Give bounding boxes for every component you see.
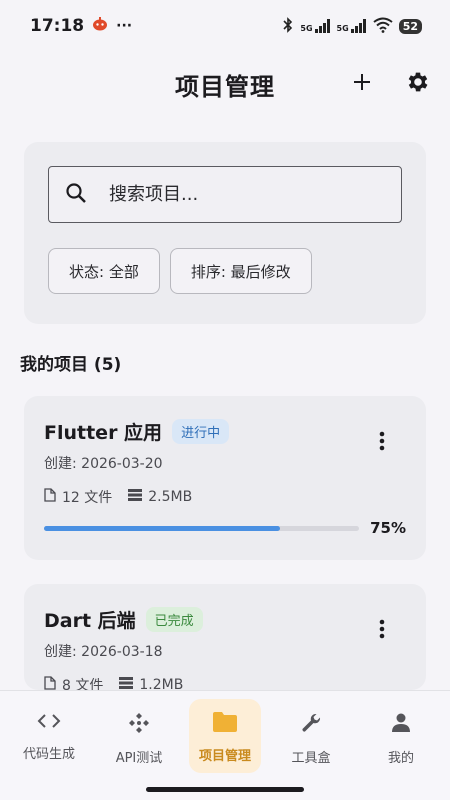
file-icon (44, 488, 56, 506)
section-title: 我的项目 (5) (20, 355, 122, 375)
status-time: 17:18 (30, 16, 85, 36)
code-icon (37, 711, 61, 735)
progress-label: 75% (370, 519, 406, 537)
status-badge: 已完成 (145, 607, 203, 632)
project-name: Flutter 应用 (44, 422, 163, 444)
storage-icon (128, 489, 143, 505)
search-input[interactable] (109, 184, 369, 205)
network-type-1: 5G (300, 24, 313, 33)
file-count-label: 8 文件 (62, 678, 104, 690)
progress-bar (44, 526, 359, 531)
gear-icon (405, 69, 431, 99)
storage-icon (119, 677, 134, 690)
home-indicator (146, 787, 304, 792)
storage-size-label: 1.2MB (139, 677, 184, 690)
notification-app-icon (92, 16, 108, 37)
created-date: 创建: 2026-03-20 (44, 456, 163, 472)
storage-size: 1.2MB (119, 675, 183, 690)
more-vert-icon (379, 431, 385, 455)
project-name: Dart 后端 (44, 610, 136, 632)
sort-filter-label: 排序: 最后修改 (190, 262, 291, 281)
nav-item-toolbox[interactable]: 工具盒 (271, 699, 351, 773)
nav-label: 项目管理 (198, 749, 251, 764)
add-project-button[interactable] (344, 66, 380, 102)
person-icon (389, 711, 413, 739)
more-vert-icon (379, 619, 385, 643)
network-type-2: 5G (336, 24, 349, 33)
sort-filter-chip[interactable]: 排序: 最后修改 (169, 248, 312, 294)
api-icon (127, 711, 151, 739)
nav-item-api-test[interactable]: API测试 (99, 699, 179, 773)
battery-icon: 52 (398, 18, 422, 34)
filter-panel: 状态: 全部 排序: 最后修改 (24, 142, 426, 324)
progress-fill (44, 526, 281, 531)
nav-label: 工具盒 (291, 751, 331, 766)
page-title: 项目管理 (175, 72, 275, 101)
status-badge: 进行中 (172, 419, 230, 444)
folder-icon (212, 711, 238, 737)
status-filter-chip[interactable]: 状态: 全部 (48, 248, 160, 294)
project-card[interactable]: Flutter 应用 进行中 创建: 2026-03-20 12 文件 2.5M… (24, 396, 426, 560)
battery-level: 52 (402, 19, 418, 33)
bottom-nav: 代码生成 API测试 项目管理 工具盒 我的 (0, 690, 450, 800)
settings-button[interactable] (400, 66, 436, 102)
plus-icon (352, 72, 372, 96)
nav-label: 我的 (387, 751, 414, 766)
nav-label: API测试 (115, 751, 163, 766)
wifi-icon (373, 17, 393, 36)
file-icon (44, 676, 56, 690)
file-count-label: 12 文件 (62, 490, 113, 506)
nav-item-code-gen[interactable]: 代码生成 (9, 699, 89, 773)
search-box[interactable] (48, 166, 402, 223)
nav-item-project-mgmt[interactable]: 项目管理 (189, 699, 261, 773)
status-bar: 17:18 ··· 5G 5G 52 (0, 0, 450, 52)
wrench-icon (299, 711, 323, 739)
file-count: 12 文件 (44, 487, 112, 507)
file-count: 8 文件 (44, 675, 103, 690)
search-icon (65, 182, 87, 208)
app-header: 项目管理 (0, 52, 450, 116)
nav-label: 代码生成 (22, 747, 75, 762)
more-dots-icon: ··· (116, 18, 133, 34)
storage-size: 2.5MB (128, 487, 192, 507)
storage-size-label: 2.5MB (148, 489, 193, 505)
project-card[interactable]: Dart 后端 已完成 创建: 2026-03-18 8 文件 1.2MB (24, 584, 426, 690)
nav-item-profile[interactable]: 我的 (361, 699, 441, 773)
signal-icon: 5G (337, 19, 367, 33)
more-options-button[interactable] (370, 619, 394, 643)
status-filter-label: 状态: 全部 (69, 262, 139, 281)
created-date: 创建: 2026-03-18 (44, 644, 163, 660)
more-options-button[interactable] (370, 431, 394, 455)
signal-icon: 5G (300, 19, 330, 33)
bluetooth-icon (282, 16, 294, 36)
